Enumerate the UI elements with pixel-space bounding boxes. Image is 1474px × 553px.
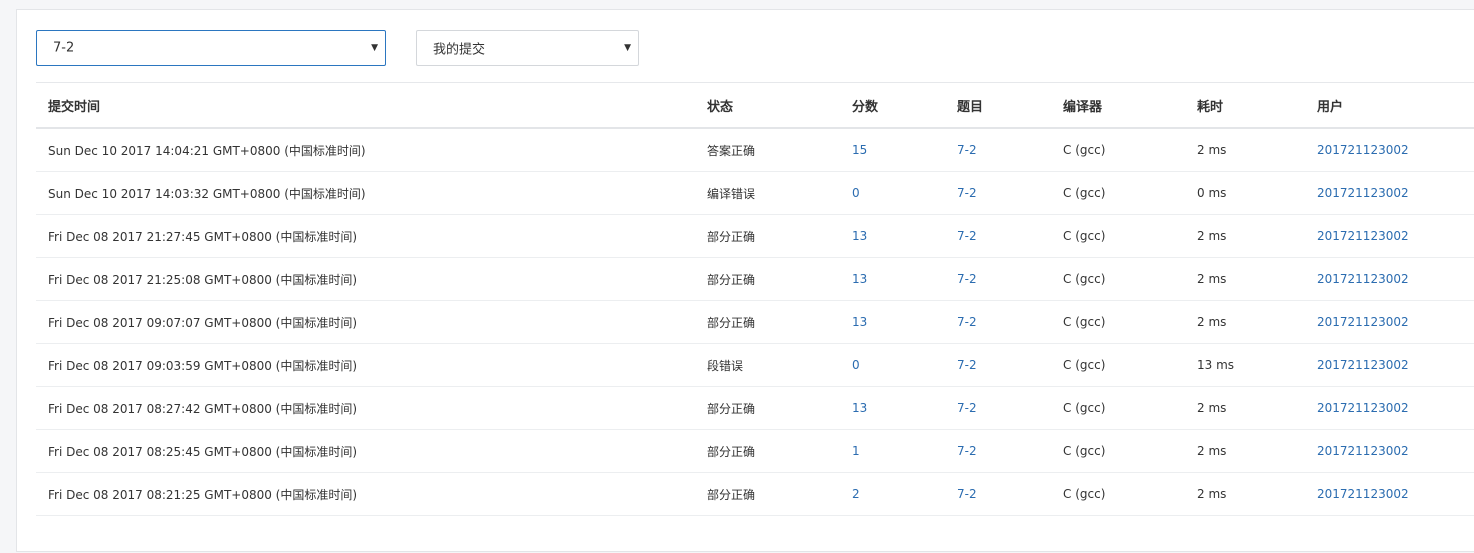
table-header-row: 提交时间 状态 分数 题目 编译器 耗时 用户	[36, 83, 1474, 129]
cell-user[interactable]: 201721123002	[1305, 214, 1474, 258]
table-row: Sun Dec 10 2017 14:04:21 GMT+0800 (中国标准时…	[36, 128, 1474, 172]
cell-compiler: C (gcc)	[1051, 128, 1185, 172]
problem-select[interactable]: 7-2 ▼	[36, 30, 386, 66]
cell-score[interactable]: 0	[840, 171, 945, 215]
submissions-table: 提交时间 状态 分数 题目 编译器 耗时 用户 Sun Dec 10 2017 …	[36, 83, 1474, 516]
cell-user[interactable]: 201721123002	[1305, 343, 1474, 387]
cell-status[interactable]: 部分正确	[695, 386, 840, 430]
cell-duration: 2 ms	[1185, 214, 1305, 258]
cell-status[interactable]: 部分正确	[695, 257, 840, 301]
cell-compiler: C (gcc)	[1051, 300, 1185, 344]
cell-problem[interactable]: 7-2	[945, 343, 1051, 387]
scope-select-value: 我的提交	[433, 42, 486, 58]
table-row: Fri Dec 08 2017 08:21:25 GMT+0800 (中国标准时…	[36, 472, 1474, 516]
cell-status[interactable]: 部分正确	[695, 472, 840, 516]
problem-select-value: 7-2	[53, 40, 75, 56]
header-submit-time: 提交时间	[36, 83, 695, 129]
table-row: Fri Dec 08 2017 09:03:59 GMT+0800 (中国标准时…	[36, 343, 1474, 387]
cell-user[interactable]: 201721123002	[1305, 257, 1474, 301]
table-row: Fri Dec 08 2017 08:27:42 GMT+0800 (中国标准时…	[36, 386, 1474, 430]
cell-submit-time: Fri Dec 08 2017 21:25:08 GMT+0800 (中国标准时…	[36, 257, 695, 301]
cell-duration: 2 ms	[1185, 386, 1305, 430]
cell-user[interactable]: 201721123002	[1305, 386, 1474, 430]
cell-duration: 2 ms	[1185, 128, 1305, 172]
cell-score[interactable]: 15	[840, 128, 945, 172]
cell-submit-time: Fri Dec 08 2017 08:21:25 GMT+0800 (中国标准时…	[36, 472, 695, 516]
cell-compiler: C (gcc)	[1051, 386, 1185, 430]
header-user: 用户	[1305, 83, 1474, 129]
cell-user[interactable]: 201721123002	[1305, 472, 1474, 516]
cell-status[interactable]: 答案正确	[695, 128, 840, 172]
cell-score[interactable]: 13	[840, 386, 945, 430]
header-duration: 耗时	[1185, 83, 1305, 129]
cell-user[interactable]: 201721123002	[1305, 429, 1474, 473]
cell-compiler: C (gcc)	[1051, 343, 1185, 387]
cell-score[interactable]: 13	[840, 257, 945, 301]
table-row: Sun Dec 10 2017 14:03:32 GMT+0800 (中国标准时…	[36, 171, 1474, 215]
cell-status[interactable]: 段错误	[695, 343, 840, 387]
header-status: 状态	[695, 83, 840, 129]
cell-score[interactable]: 13	[840, 214, 945, 258]
cell-problem[interactable]: 7-2	[945, 214, 1051, 258]
cell-duration: 2 ms	[1185, 472, 1305, 516]
cell-compiler: C (gcc)	[1051, 472, 1185, 516]
cell-problem[interactable]: 7-2	[945, 128, 1051, 172]
cell-score[interactable]: 1	[840, 429, 945, 473]
cell-problem[interactable]: 7-2	[945, 171, 1051, 215]
header-compiler: 编译器	[1051, 83, 1185, 129]
cell-submit-time: Fri Dec 08 2017 08:27:42 GMT+0800 (中国标准时…	[36, 386, 695, 430]
cell-status[interactable]: 部分正确	[695, 300, 840, 344]
chevron-down-icon: ▼	[371, 43, 378, 53]
cell-compiler: C (gcc)	[1051, 171, 1185, 215]
cell-problem[interactable]: 7-2	[945, 429, 1051, 473]
cell-duration: 2 ms	[1185, 429, 1305, 473]
cell-status[interactable]: 部分正确	[695, 429, 840, 473]
cell-score[interactable]: 0	[840, 343, 945, 387]
table-row: Fri Dec 08 2017 08:25:45 GMT+0800 (中国标准时…	[36, 429, 1474, 473]
cell-submit-time: Fri Dec 08 2017 09:03:59 GMT+0800 (中国标准时…	[36, 343, 695, 387]
table-row: Fri Dec 08 2017 21:25:08 GMT+0800 (中国标准时…	[36, 257, 1474, 301]
cell-compiler: C (gcc)	[1051, 429, 1185, 473]
chevron-down-icon: ▼	[624, 43, 631, 53]
cell-user[interactable]: 201721123002	[1305, 128, 1474, 172]
cell-score[interactable]: 13	[840, 300, 945, 344]
cell-duration: 0 ms	[1185, 171, 1305, 215]
cell-problem[interactable]: 7-2	[945, 386, 1051, 430]
cell-submit-time: Fri Dec 08 2017 09:07:07 GMT+0800 (中国标准时…	[36, 300, 695, 344]
cell-duration: 2 ms	[1185, 300, 1305, 344]
cell-submit-time: Fri Dec 08 2017 21:27:45 GMT+0800 (中国标准时…	[36, 214, 695, 258]
cell-user[interactable]: 201721123002	[1305, 300, 1474, 344]
cell-status[interactable]: 部分正确	[695, 214, 840, 258]
cell-compiler: C (gcc)	[1051, 257, 1185, 301]
table-row: Fri Dec 08 2017 21:27:45 GMT+0800 (中国标准时…	[36, 214, 1474, 258]
cell-score[interactable]: 2	[840, 472, 945, 516]
cell-problem[interactable]: 7-2	[945, 257, 1051, 301]
cell-compiler: C (gcc)	[1051, 214, 1185, 258]
cell-submit-time: Sun Dec 10 2017 14:04:21 GMT+0800 (中国标准时…	[36, 128, 695, 172]
scope-select[interactable]: 我的提交 ▼	[416, 30, 639, 66]
cell-duration: 2 ms	[1185, 257, 1305, 301]
cell-problem[interactable]: 7-2	[945, 472, 1051, 516]
header-problem: 题目	[945, 83, 1051, 129]
cell-user[interactable]: 201721123002	[1305, 171, 1474, 215]
cell-problem[interactable]: 7-2	[945, 300, 1051, 344]
header-score: 分数	[840, 83, 945, 129]
table-row: Fri Dec 08 2017 09:07:07 GMT+0800 (中国标准时…	[36, 300, 1474, 344]
cell-status[interactable]: 编译错误	[695, 171, 840, 215]
cell-submit-time: Sun Dec 10 2017 14:03:32 GMT+0800 (中国标准时…	[36, 171, 695, 215]
cell-duration: 13 ms	[1185, 343, 1305, 387]
cell-submit-time: Fri Dec 08 2017 08:25:45 GMT+0800 (中国标准时…	[36, 429, 695, 473]
